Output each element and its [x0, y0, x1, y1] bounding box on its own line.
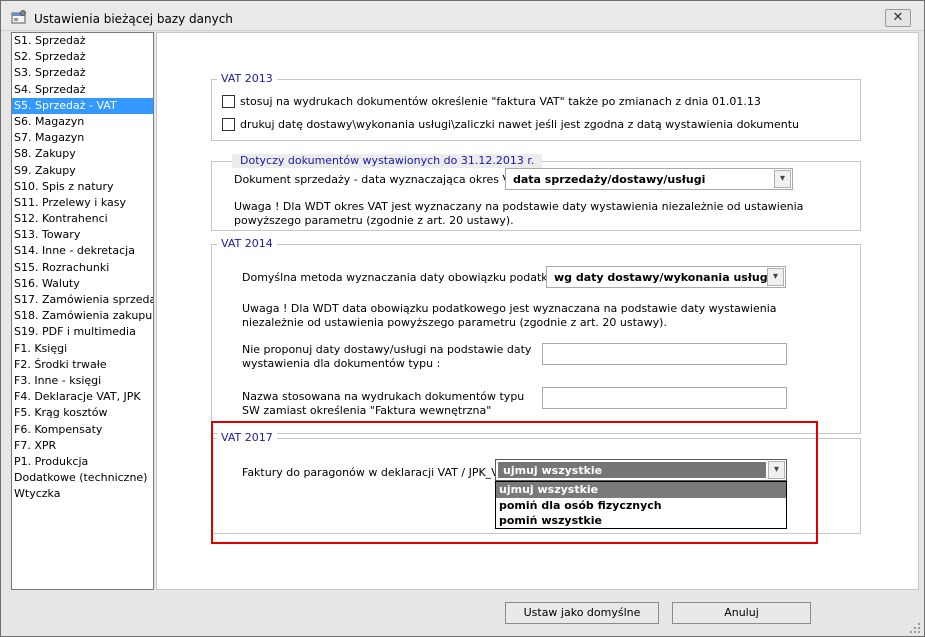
sidebar-item[interactable]: F6. Kompensaty [12, 422, 153, 438]
chevron-down-icon[interactable]: ▾ [767, 268, 784, 286]
tax-date-method-select[interactable]: wg daty dostawy/wykonania usługi ▾ [546, 266, 786, 288]
vat2013-title: VAT 2013 [217, 72, 277, 86]
faktura-vat-checkbox[interactable] [222, 95, 235, 108]
tax-date-method-label: Domyślna metoda wyznaczania daty obowiąz… [242, 271, 584, 284]
set-default-label: Ustaw jako domyślne [523, 606, 641, 619]
sidebar-item[interactable]: S11. Przelewy i kasy [12, 195, 153, 211]
wdt-note-2014: Uwaga ! Dla WDT data obowiązku podatkowe… [242, 302, 777, 329]
vat-period-label: Dokument sprzedaży - data wyznaczająca o… [234, 173, 523, 186]
sidebar-item[interactable]: S4. Sprzedaż [12, 82, 153, 98]
vat-period-value: data sprzedaży/dostawy/usługi [513, 173, 706, 186]
chevron-down-icon[interactable]: ▾ [774, 170, 791, 188]
print-delivery-date-option[interactable]: drukuj datę dostawy\wykonania usługi\zal… [222, 118, 842, 132]
sidebar-item[interactable]: S9. Zakupy [12, 163, 153, 179]
sidebar-item[interactable]: F3. Inne - księgi [12, 373, 153, 389]
vat2014-group: VAT 2014 Domyślna metoda wyznaczania dat… [211, 237, 861, 434]
sidebar-item[interactable]: S18. Zamówienia zakupu [12, 308, 153, 324]
pre2014-title: Dotyczy dokumentów wystawionych do 31.12… [232, 154, 543, 168]
cancel-button[interactable]: Anuluj [672, 602, 811, 624]
sidebar-item[interactable]: Dodatkowe (techniczne) [12, 470, 153, 486]
sidebar-item[interactable]: S5. Sprzedaż - VAT [12, 97, 153, 114]
sidebar-item[interactable]: S1. Sprzedaż [12, 33, 153, 49]
settings-window: Ustawienia bieżącej bazy danych ✕ S1. Sp… [0, 0, 925, 637]
annotation-highlight-frame [211, 421, 818, 544]
sidebar-item[interactable]: S3. Sprzedaż [12, 65, 153, 81]
title-bar: Ustawienia bieżącej bazy danych ✕ [1, 1, 924, 31]
settings-sidebar[interactable]: S1. Sprzedaż S2. Sprzedaż S3. Sprzedaż S4. … [11, 32, 154, 590]
sidebar-item[interactable]: S7. Magazyn [12, 130, 153, 146]
sidebar-item[interactable]: S19. PDF i multimedia [12, 324, 153, 340]
resize-grip-icon[interactable] [909, 622, 921, 634]
close-button[interactable]: ✕ [885, 9, 911, 27]
sidebar-item[interactable]: P1. Produkcja [12, 454, 153, 470]
dialog-button-bar: Ustaw jako domyślne Anuluj [2, 591, 923, 636]
sidebar-item[interactable]: S17. Zamówienia sprzedaży [12, 292, 153, 308]
sidebar-item[interactable]: F5. Krąg kosztów [12, 405, 153, 421]
no-propose-date-label: Nie proponuj daty dostawy/usługi na pods… [242, 343, 532, 370]
pre2014-group: Dotyczy dokumentów wystawionych do 31.12… [211, 154, 861, 231]
sidebar-item[interactable]: S13. Towary [12, 227, 153, 243]
print-delivery-date-label: drukuj datę dostawy\wykonania usługi\zal… [240, 118, 800, 131]
sidebar-item[interactable]: F4. Deklaracje VAT, JPK [12, 389, 153, 405]
no-propose-date-input[interactable] [542, 343, 787, 365]
faktura-vat-label: stosuj na wydrukach dokumentów określeni… [240, 95, 761, 108]
sidebar-item[interactable]: S15. Rozrachunki [12, 260, 153, 276]
tax-date-method-value: wg daty dostawy/wykonania usługi [554, 271, 772, 284]
sidebar-item[interactable]: F1. Księgi [12, 341, 153, 357]
sidebar-item[interactable]: S8. Zakupy [12, 146, 153, 162]
sidebar-item[interactable]: F7. XPR [12, 438, 153, 454]
vat2013-group: VAT 2013 stosuj na wydrukach dokumentów … [211, 72, 861, 141]
sidebar-item[interactable]: S2. Sprzedaż [12, 49, 153, 65]
sidebar-item[interactable]: S6. Magazyn [12, 114, 153, 130]
wdt-note-2013: Uwaga ! Dla WDT okres VAT jest wyznaczan… [234, 200, 804, 227]
sw-name-label: Nazwa stosowana na wydrukach dokumentów … [242, 390, 525, 417]
cancel-label: Anuluj [724, 606, 759, 619]
faktura-vat-option[interactable]: stosuj na wydrukach dokumentów określeni… [222, 95, 842, 109]
sidebar-item[interactable]: F2. Środki trwałe [12, 357, 153, 373]
sidebar-item[interactable]: S10. Spis z natury [12, 179, 153, 195]
sidebar-item[interactable]: Wtyczka [12, 486, 153, 502]
print-delivery-date-checkbox[interactable] [222, 118, 235, 131]
sw-name-input[interactable] [542, 387, 787, 409]
settings-window-icon [11, 10, 26, 24]
vat2014-title: VAT 2014 [217, 237, 277, 251]
sidebar-item[interactable]: S14. Inne - dekretacja [12, 243, 153, 259]
sidebar-item[interactable]: S12. Kontrahenci [12, 211, 153, 227]
window-title: Ustawienia bieżącej bazy danych [34, 12, 233, 26]
sidebar-item[interactable]: S16. Waluty [12, 276, 153, 292]
vat-period-select[interactable]: data sprzedaży/dostawy/usługi ▾ [505, 168, 793, 190]
set-default-button[interactable]: Ustaw jako domyślne [505, 602, 659, 624]
